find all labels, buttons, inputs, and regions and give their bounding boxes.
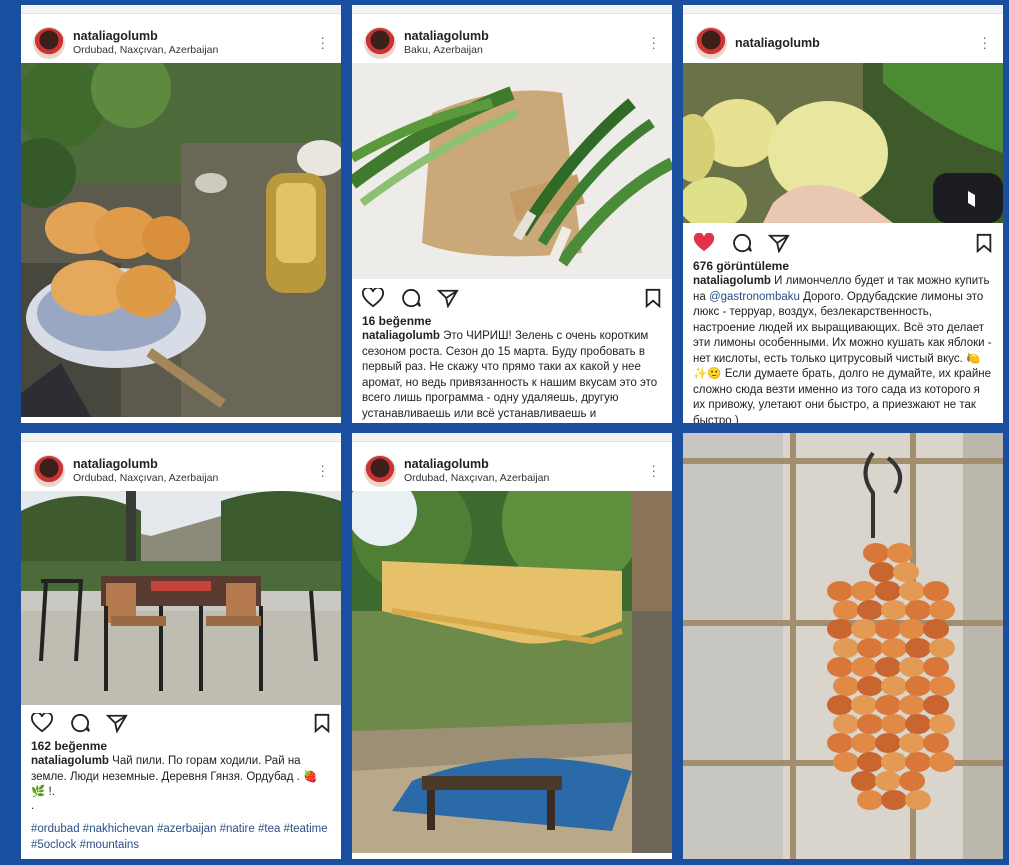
location[interactable]: Baku, Azerbaijan — [404, 44, 489, 57]
more-options-icon[interactable]: · · · — [651, 30, 656, 54]
share-send-icon[interactable] — [437, 288, 459, 308]
app-top-bar — [21, 5, 341, 14]
caption-text-part2: Дорого. Ордубадские лимоны это люкс - те… — [693, 290, 992, 424]
post-3: nataliagolumb · · · 676 görüntüleme natali… — [683, 5, 1003, 423]
comment-icon[interactable] — [69, 713, 91, 733]
share-send-icon[interactable] — [106, 713, 128, 733]
post-2: nataliagolumb Baku, Azerbaijan · · · 16 be… — [352, 5, 672, 423]
username[interactable]: nataliagolumb — [73, 457, 218, 472]
more-options-icon[interactable]: · · · — [982, 30, 987, 54]
username[interactable]: nataliagolumb — [404, 29, 489, 44]
comment-icon[interactable] — [400, 288, 422, 308]
caption-text: Это ЧИРИШ! Зелень с очень коротким сезон… — [362, 330, 658, 420]
hashtags[interactable]: #ordubad #nakhichevan #azerbaijan #natir… — [31, 822, 331, 853]
post-header: nataliagolumb Ordubad, Naxçıvan, Azerbai… — [352, 449, 672, 493]
caption-username[interactable]: nataliagolumb — [693, 275, 771, 287]
caption: nataliagolumb Это ЧИРИШ! Зелень с очень … — [362, 329, 662, 423]
post-photo-dried-persimmons[interactable] — [683, 433, 1003, 859]
bookmark-icon[interactable] — [975, 233, 993, 253]
more-options-icon[interactable]: · · · — [651, 458, 656, 482]
caption: nataliagolumb Чай пили. По горам ходили.… — [31, 754, 331, 801]
avatar[interactable] — [33, 27, 65, 59]
caption: nataliagolumb И лимончелло будет и так м… — [693, 274, 993, 423]
likes-count[interactable]: 16 beğenme — [362, 314, 431, 328]
avatar[interactable] — [33, 455, 65, 487]
share-send-icon[interactable] — [768, 233, 790, 253]
post-actions — [693, 233, 993, 259]
location[interactable]: Ordubad, Naxçıvan, Azerbaijan — [73, 44, 218, 57]
avatar[interactable] — [695, 27, 727, 59]
caption-dot: . — [31, 800, 35, 812]
post-6 — [683, 433, 1003, 859]
post-photo-drying-noodles[interactable] — [352, 491, 672, 853]
caption-username[interactable]: nataliagolumb — [362, 330, 440, 342]
location[interactable]: Ordubad, Naxçıvan, Azerbaijan — [404, 472, 549, 485]
app-top-bar — [21, 433, 341, 442]
post-5: nataliagolumb Ordubad, Naxçıvan, Azerbai… — [352, 433, 672, 859]
username[interactable]: nataliagolumb — [404, 457, 549, 472]
app-top-bar — [352, 5, 672, 14]
post-1: nataliagolumb Ordubad, Naxçıvan, Azerbai… — [21, 5, 341, 423]
mention-link[interactable]: @gastronombaku — [709, 291, 800, 303]
username[interactable]: nataliagolumb — [73, 29, 218, 44]
likes-count[interactable]: 162 beğenme — [31, 739, 107, 753]
app-top-bar — [683, 5, 1003, 14]
avatar[interactable] — [364, 455, 396, 487]
post-4: nataliagolumb Ordubad, Naxçıvan, Azerbai… — [21, 433, 341, 859]
views-count[interactable]: 676 görüntüleme — [693, 259, 789, 273]
like-heart-icon[interactable] — [31, 713, 53, 733]
post-photo-terrace-mountains[interactable] — [21, 491, 341, 705]
post-photo-bread-samovar[interactable] — [21, 63, 341, 417]
comment-icon[interactable] — [731, 233, 753, 253]
post-header: nataliagolumb Ordubad, Naxçıvan, Azerbai… — [21, 21, 341, 65]
like-heart-filled-icon[interactable] — [693, 233, 715, 253]
location[interactable]: Ordubad, Naxçıvan, Azerbaijan — [73, 472, 218, 485]
username[interactable]: nataliagolumb — [735, 36, 820, 51]
post-header: nataliagolumb Baku, Azerbaijan · · · — [352, 21, 672, 65]
post-header: nataliagolumb · · · — [683, 21, 1003, 65]
more-options-icon[interactable]: · · · — [320, 458, 325, 482]
post-header: nataliagolumb Ordubad, Naxçıvan, Azerbai… — [21, 449, 341, 493]
app-top-bar — [352, 433, 672, 442]
post-video-lemons[interactable] — [683, 63, 1003, 223]
avatar[interactable] — [364, 27, 396, 59]
post-actions — [31, 713, 331, 739]
post-actions — [362, 288, 662, 314]
more-options-icon[interactable]: · · · — [320, 30, 325, 54]
bookmark-icon[interactable] — [313, 713, 331, 733]
caption-username[interactable]: nataliagolumb — [31, 755, 109, 767]
bookmark-icon[interactable] — [644, 288, 662, 308]
post-photo-chirish-greens[interactable] — [352, 63, 672, 279]
like-heart-icon[interactable] — [362, 288, 384, 308]
